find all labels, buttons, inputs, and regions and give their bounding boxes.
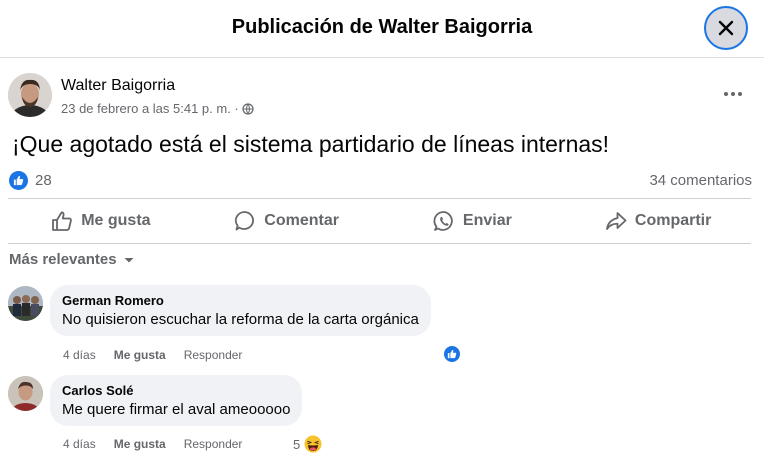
whatsapp-icon xyxy=(433,211,453,231)
reaction-summary[interactable]: 28 xyxy=(9,171,52,190)
share-button-label: Compartir xyxy=(634,212,712,229)
comment-reply-button[interactable]: Responder xyxy=(184,437,243,451)
post-text: ¡Que agotado está el sistema partidario … xyxy=(12,131,610,157)
author-avatar[interactable] xyxy=(8,73,52,117)
comment-sort-dropdown[interactable]: Más relevantes xyxy=(9,251,135,268)
haha-reaction-icon xyxy=(303,434,323,454)
like-reaction-icon xyxy=(9,171,28,190)
reaction-count: 5 xyxy=(293,436,301,452)
commenter-avatar[interactable] xyxy=(8,376,43,411)
globe-icon xyxy=(242,102,254,115)
post-timestamp[interactable]: 23 de febrero a las 5:41 p. m. · xyxy=(61,101,239,116)
comment-bubble: Carlos Solé Me quere firmar el aval ameo… xyxy=(50,375,303,426)
comment-icon xyxy=(235,211,255,231)
comment-bubble: German Romero No quisieron escuchar la r… xyxy=(50,285,431,336)
share-icon xyxy=(605,212,627,230)
comment-actions: 4 días Me gusta Responder xyxy=(63,437,242,451)
post-meta: 23 de febrero a las 5:41 p. m. · xyxy=(61,101,254,116)
like-reaction-icon[interactable] xyxy=(442,344,462,364)
comment-reply-button[interactable]: Responder xyxy=(184,348,243,362)
comment-time[interactable]: 4 días xyxy=(63,437,96,451)
comment-count[interactable]: 34 comentarios xyxy=(649,172,752,189)
comment-sort-label: Más relevantes xyxy=(9,251,117,268)
divider xyxy=(8,198,751,199)
commenter-avatar[interactable] xyxy=(8,286,43,321)
comment-text: Me quere firmar el aval ameooooo xyxy=(62,401,291,418)
send-button[interactable]: Enviar xyxy=(380,200,566,242)
post-action-bar: Me gusta Comentar Enviar Compartir xyxy=(8,200,751,242)
commenter-name[interactable]: German Romero xyxy=(62,293,419,308)
comment-button-label: Comentar xyxy=(264,212,339,229)
comment-button[interactable]: Comentar xyxy=(194,200,380,242)
close-icon xyxy=(718,20,734,36)
like-button-label: Me gusta xyxy=(81,212,151,229)
comment-actions: 4 días Me gusta Responder xyxy=(63,348,242,362)
more-dots-icon xyxy=(724,92,728,96)
dialog-header: Publicación de Walter Baigorria xyxy=(0,0,764,58)
comment-time[interactable]: 4 días xyxy=(63,348,96,362)
like-button[interactable]: Me gusta xyxy=(8,200,194,242)
comment-text: No quisieron escuchar la reforma de la c… xyxy=(62,311,419,328)
reaction-summary[interactable]: 5 xyxy=(293,434,323,454)
commenter-name[interactable]: Carlos Solé xyxy=(62,383,290,398)
comment-like-button[interactable]: Me gusta xyxy=(114,437,166,451)
author-name[interactable]: Walter Baigorria xyxy=(61,77,175,95)
share-button[interactable]: Compartir xyxy=(565,200,751,242)
comment-like-button[interactable]: Me gusta xyxy=(114,348,166,362)
more-options-button[interactable] xyxy=(718,84,748,104)
close-button[interactable] xyxy=(704,6,748,50)
dialog-title: Publicación de Walter Baigorria xyxy=(231,16,533,38)
send-button-label: Enviar xyxy=(462,212,512,229)
like-count: 28 xyxy=(35,172,52,189)
divider xyxy=(8,243,751,244)
thumbs-up-icon xyxy=(52,211,73,231)
caret-down-icon xyxy=(124,257,134,262)
